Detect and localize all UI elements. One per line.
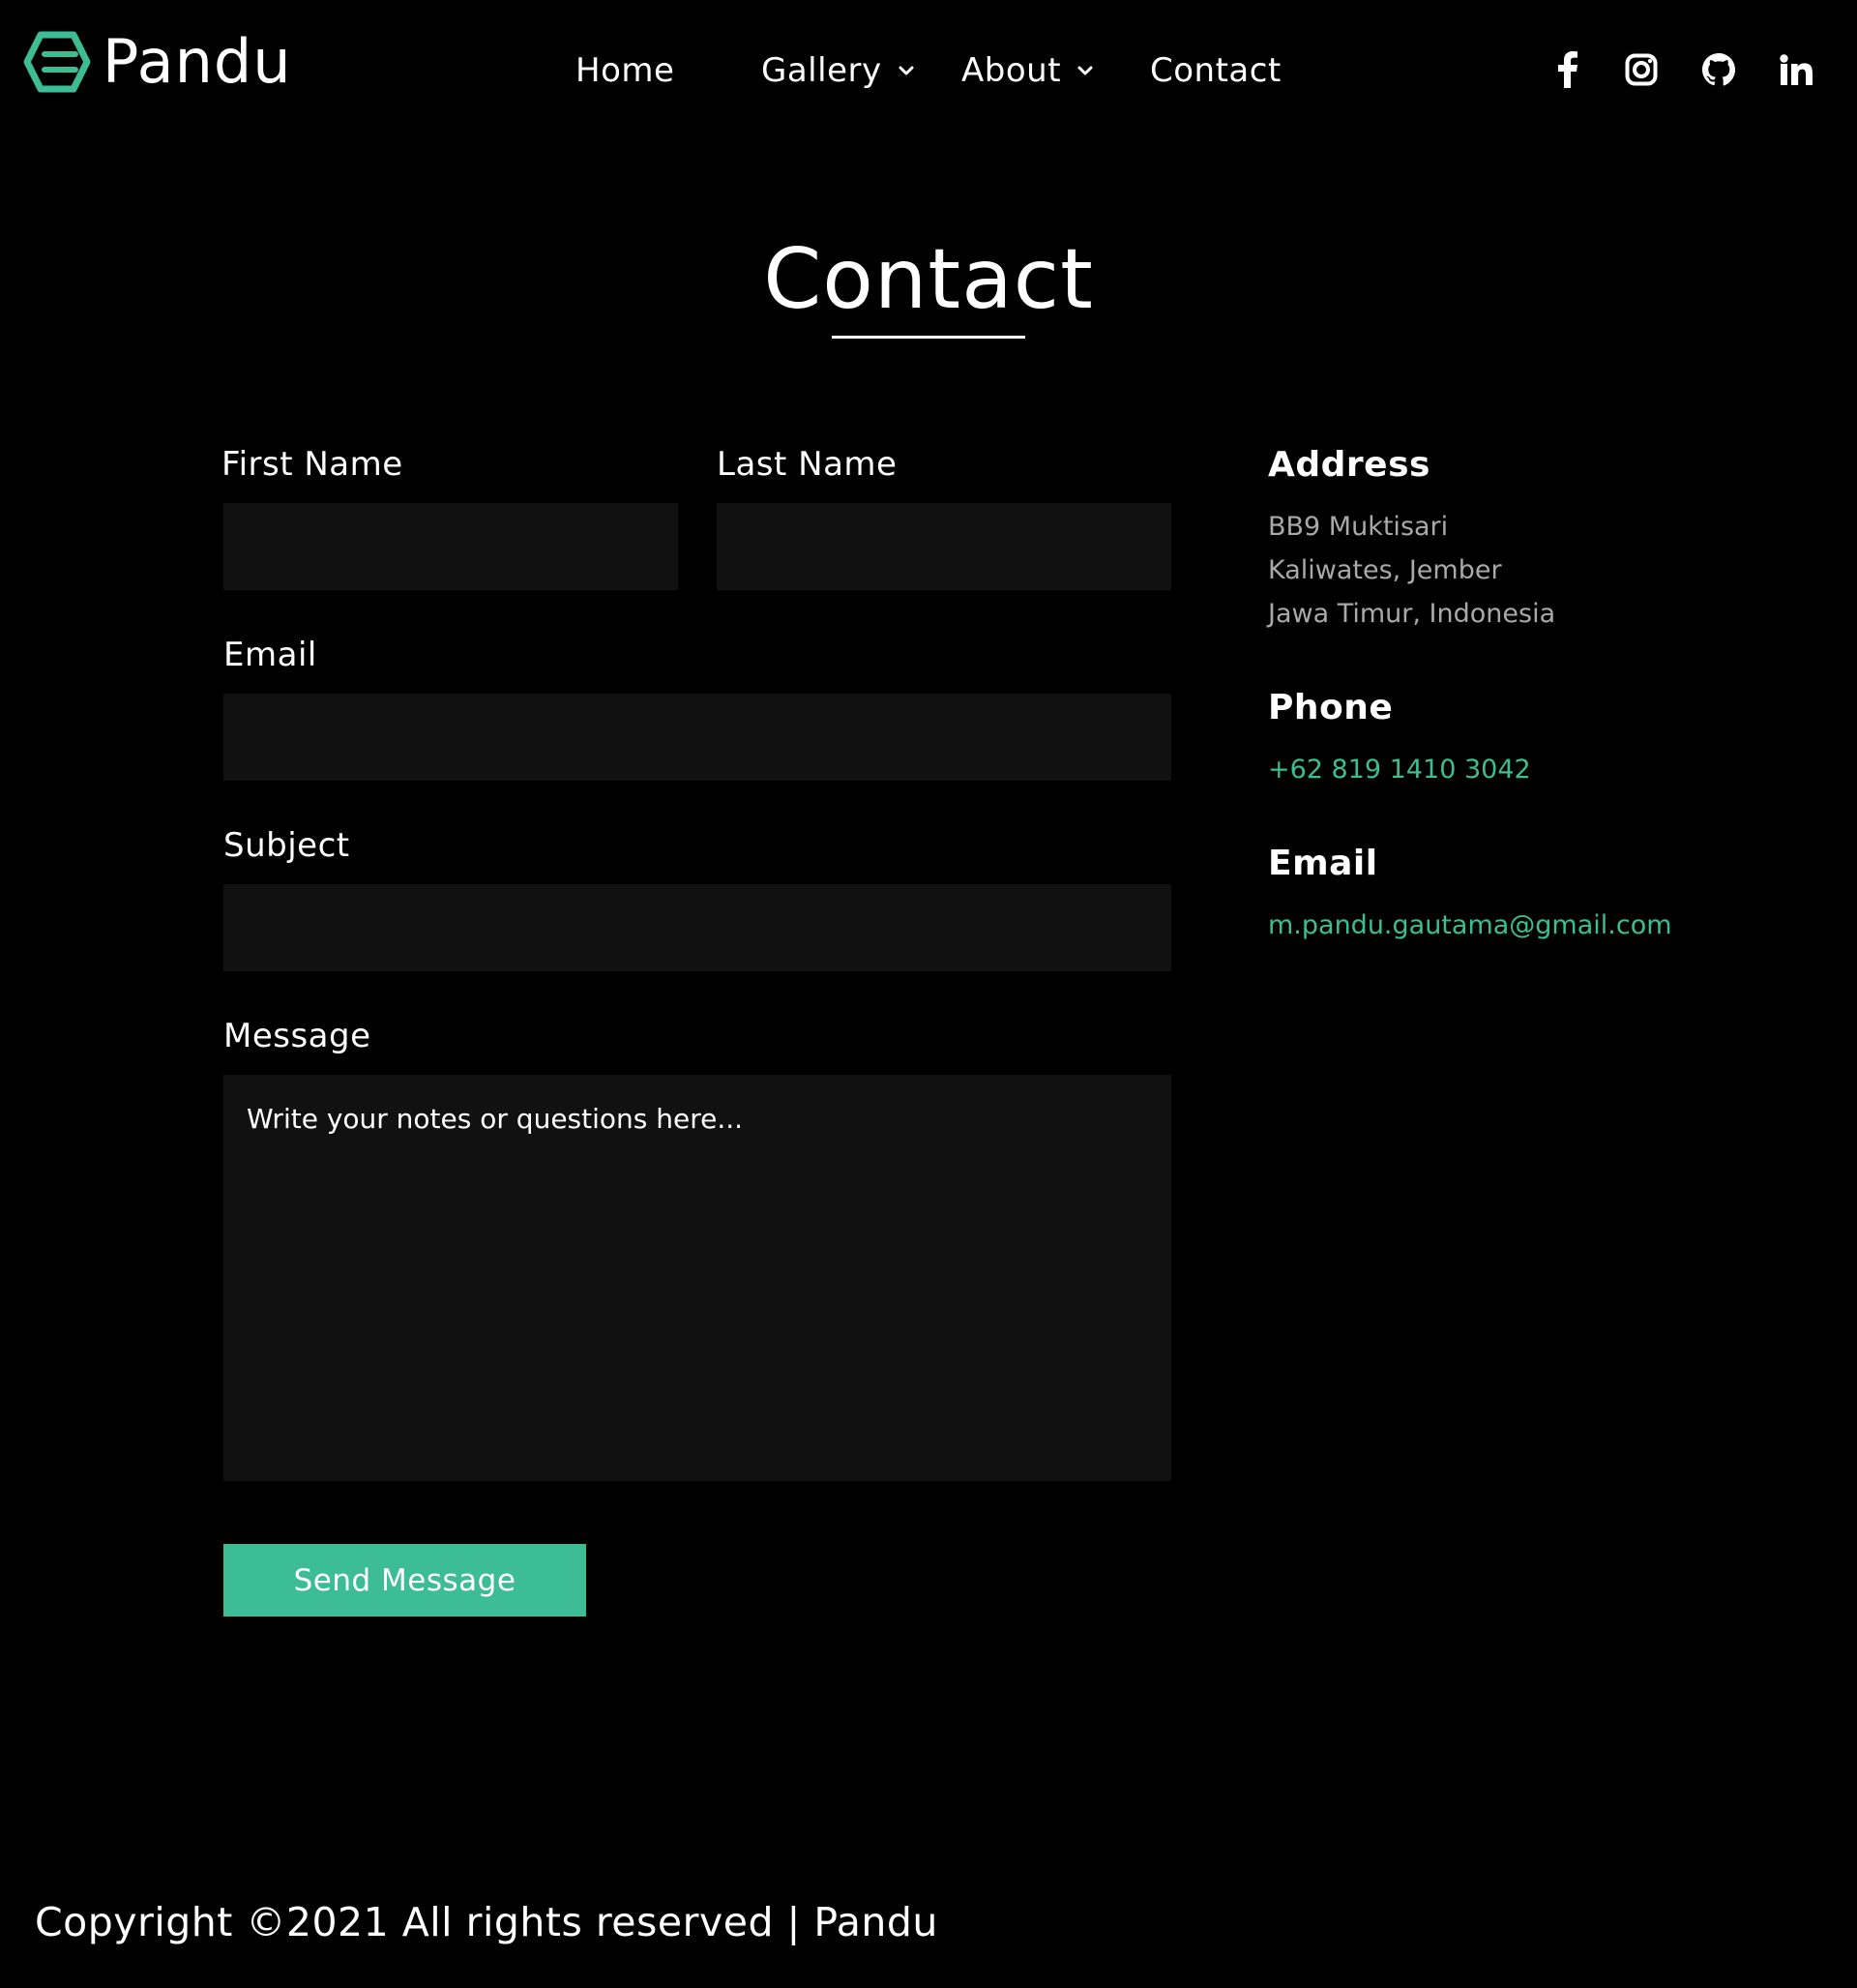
send-message-button[interactable]: Send Message: [223, 1544, 586, 1617]
github-icon[interactable]: [1697, 48, 1740, 91]
address-heading: Address: [1268, 445, 1430, 485]
address-line: Jawa Timur, Indonesia: [1268, 599, 1556, 629]
last-name-label: Last Name: [717, 445, 898, 484]
brand-name: Pandu: [103, 26, 292, 97]
first-name-field[interactable]: [223, 503, 678, 590]
subject-label: Subject: [223, 826, 350, 865]
first-name-label: First Name: [221, 445, 403, 484]
nav-item-gallery[interactable]: Gallery: [761, 46, 917, 95]
message-textarea[interactable]: [223, 1075, 1171, 1481]
email-heading: Email: [1268, 844, 1378, 883]
nav-item-label: Contact: [1150, 51, 1282, 90]
nav-item-about[interactable]: About: [961, 46, 1096, 95]
email-field[interactable]: [223, 694, 1171, 781]
title-underline: [832, 336, 1025, 339]
phone-link[interactable]: +62 819 1410 3042: [1268, 757, 1531, 783]
copyright-text: Copyright ©2021 All rights reserved | Pa…: [35, 1899, 938, 1945]
nav-item-contact[interactable]: Contact: [1150, 46, 1282, 95]
email-link[interactable]: m.pandu.gautama@gmail.com: [1268, 912, 1672, 938]
facebook-icon[interactable]: [1547, 48, 1589, 91]
nav-item-label: Home: [575, 51, 675, 90]
address-line: Kaliwates, Jember: [1268, 555, 1502, 585]
linkedin-icon[interactable]: [1775, 48, 1817, 91]
brand-logo[interactable]: Pandu: [23, 31, 292, 93]
message-label: Message: [223, 1017, 371, 1055]
chevron-down-icon: [899, 66, 914, 75]
hexagon-logo-icon: [23, 31, 91, 93]
site-header: Pandu Home Gallery About Contact: [0, 0, 1857, 140]
address-line: BB9 Muktisari: [1268, 512, 1449, 542]
nav-item-label: Gallery: [761, 51, 882, 90]
chevron-down-icon: [1077, 66, 1093, 75]
phone-heading: Phone: [1268, 688, 1394, 727]
page-title: Contact: [763, 231, 1094, 328]
instagram-icon[interactable]: [1620, 48, 1663, 91]
email-label: Email: [223, 636, 317, 674]
nav-item-label: About: [961, 51, 1062, 90]
last-name-field[interactable]: [717, 503, 1171, 590]
nav-item-home[interactable]: Home: [575, 46, 674, 95]
subject-field[interactable]: [223, 884, 1171, 971]
